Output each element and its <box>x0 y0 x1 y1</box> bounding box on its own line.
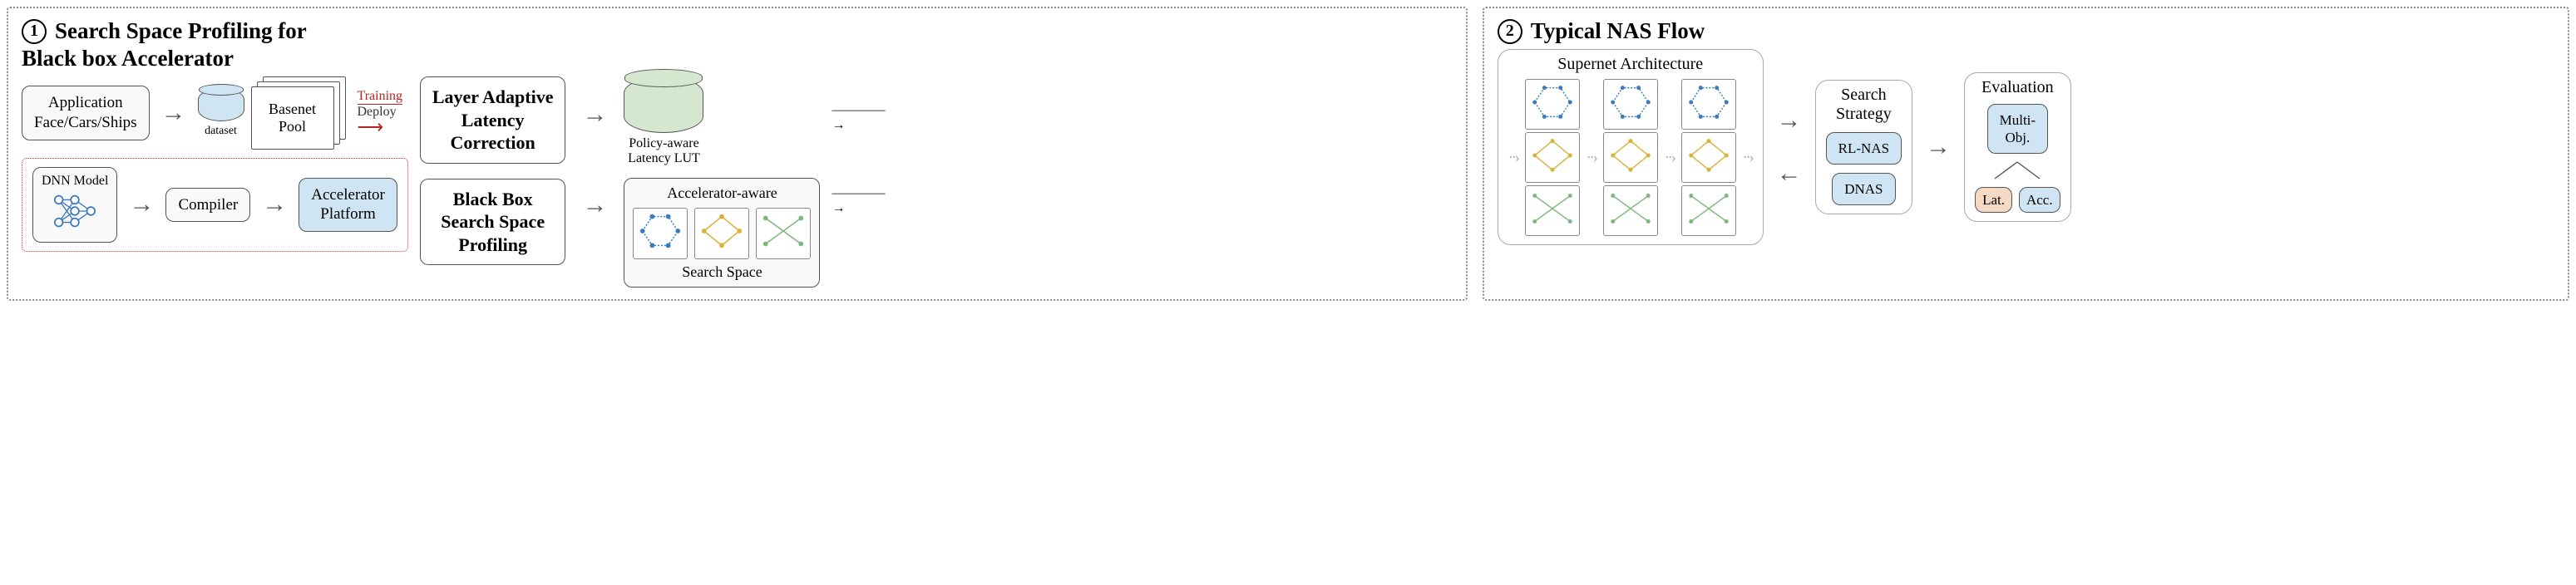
op-hex-icon <box>636 211 684 251</box>
ellipsis-arrow-icon: ··› <box>1665 149 1675 166</box>
multi-obj-box: Multi- Obj. <box>1987 104 2048 155</box>
ellipsis-arrow-icon: ··› <box>1508 149 1518 166</box>
supernet-cell <box>1603 79 1658 236</box>
search-space-box: Accelerator-aware Search Space <box>624 178 820 288</box>
supernet-frame: Supernet Architecture ··› ··› ··› <box>1498 49 1764 245</box>
arrow-icon: ← <box>1772 160 1807 188</box>
evaluation-frame: Evaluation Multi- Obj. Lat. Acc. <box>1964 72 2071 223</box>
acc-box: Acc. <box>2019 187 2060 213</box>
evaluation-label: Evaluation <box>1981 78 2054 97</box>
arrow-icon: → <box>156 99 191 127</box>
training-deploy-edge: Training Deploy ⟶ <box>358 89 403 138</box>
search-strategy-label: Search Strategy <box>1836 86 1892 124</box>
panel-typical-nas-flow: 2 Typical NAS Flow Supernet Architecture… <box>1483 7 2569 301</box>
accelerator-platform-box: Accelerator Platform <box>299 178 397 233</box>
dataset-icon <box>198 88 244 121</box>
arrow-icon: → <box>124 190 159 219</box>
branch-icon <box>1980 160 2055 180</box>
supernet-cell <box>1681 79 1736 236</box>
panel-1-subtitle: Black box Accelerator <box>22 46 1453 71</box>
dnn-model-label: DNN Model <box>42 173 108 189</box>
basenet-pool-label: Basenet Pool <box>251 86 334 150</box>
blackbox-profiling-box: Black Box Search Space Profiling <box>420 179 566 266</box>
panel-1-title-text: Search Space Profiling for <box>55 18 307 44</box>
panel-2-title-text: Typical NAS Flow <box>1531 18 1705 44</box>
panel-2-title: 2 Typical NAS Flow <box>1498 18 2554 44</box>
deploy-pipeline: DNN Model → <box>22 158 408 252</box>
search-strategy-frame: Search Strategy RL-NAS DNAS <box>1815 80 1912 215</box>
search-space-title: Accelerator-aware <box>633 184 811 203</box>
ellipsis-arrow-icon: ··› <box>1743 149 1753 166</box>
application-box: Application Face/Cars/Ships <box>22 86 150 140</box>
panel-1-number: 1 <box>22 19 47 44</box>
arrow-icon: → <box>1772 106 1807 135</box>
panel-2-number: 2 <box>1498 19 1522 44</box>
supernet-label: Supernet Architecture <box>1508 55 1753 74</box>
rl-nas-box: RL-NAS <box>1826 132 1902 165</box>
panel-search-space-profiling: 1 Search Space Profiling for Black box A… <box>7 7 1468 301</box>
nn-icon <box>51 191 99 231</box>
arrow-icon: ————→ <box>832 191 881 211</box>
arrow-icon: → <box>577 101 612 129</box>
arrow-icon: → <box>577 191 612 219</box>
training-label: Training <box>358 89 403 105</box>
layer-adaptive-box: Layer Adaptive Latency Correction <box>420 76 566 164</box>
lut-label: Policy-aware Latency LUT <box>628 136 700 166</box>
arrow-icon: → <box>1921 133 1956 161</box>
lat-box: Lat. <box>1975 187 2012 213</box>
dataset-label: dataset <box>205 125 237 138</box>
dnas-box: DNAS <box>1832 173 1895 205</box>
search-space-sub: Search Space <box>633 263 811 282</box>
arrow-icon: → <box>257 190 292 219</box>
lut-icon <box>624 76 703 133</box>
supernet-cell <box>1525 79 1580 236</box>
ellipsis-arrow-icon: ··› <box>1587 149 1596 166</box>
compiler-box: Compiler <box>165 188 250 223</box>
arrow-icon: ————→ <box>832 108 881 128</box>
op-diamond-icon <box>698 211 746 251</box>
basenet-pool-stack: Basenet Pool <box>251 76 351 150</box>
dnn-model-box: DNN Model <box>32 167 117 243</box>
panel-1-title: 1 Search Space Profiling for <box>22 18 1453 44</box>
op-cross-icon <box>759 211 807 251</box>
